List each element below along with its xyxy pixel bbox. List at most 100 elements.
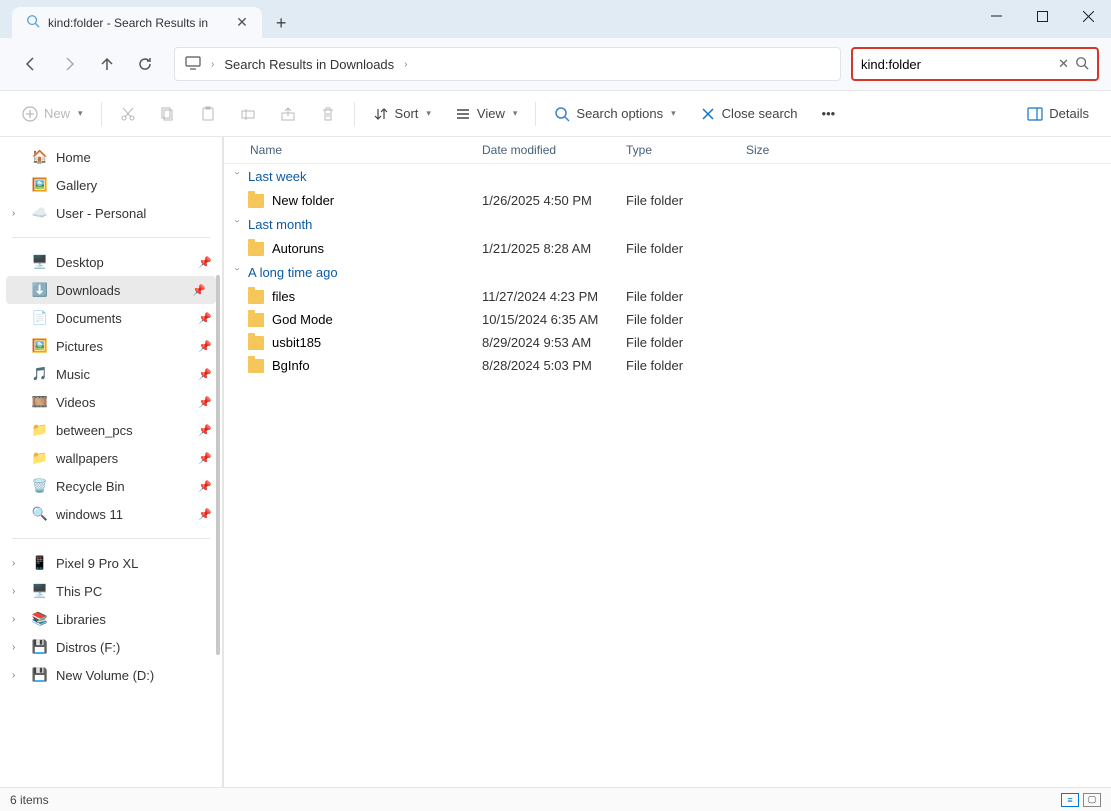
chevron-right-icon[interactable]: ›	[12, 558, 15, 569]
item-date: 11/27/2024 4:23 PM	[482, 289, 626, 304]
new-button[interactable]: New▾	[12, 100, 93, 128]
pin-icon[interactable]: 📌	[198, 424, 212, 437]
refresh-button[interactable]	[126, 46, 164, 82]
sidebar-item-documents[interactable]: 📄Documents📌	[0, 304, 222, 332]
pin-icon[interactable]: 📌	[198, 396, 212, 409]
list-item[interactable]: God Mode10/15/2024 6:35 AMFile folder	[224, 308, 1111, 331]
cloud-icon: ☁️	[32, 205, 48, 221]
pin-icon[interactable]: 📌	[192, 284, 206, 297]
item-type: File folder	[626, 289, 746, 304]
videos-icon: 🎞️	[32, 394, 48, 410]
close-icon[interactable]: ✕	[236, 14, 248, 31]
group-label: Last month	[248, 217, 312, 232]
list-item[interactable]: files 11/27/2024 4:23 PMFile folder	[224, 285, 1111, 308]
group-header[interactable]: › Last week	[224, 164, 1111, 189]
col-type[interactable]: Type	[626, 143, 746, 157]
sidebar-item-music[interactable]: 🎵Music📌	[0, 360, 222, 388]
sidebar-item-libraries[interactable]: ›📚Libraries	[0, 605, 222, 633]
pin-icon[interactable]: 📌	[198, 508, 212, 521]
sidebar-label: Libraries	[56, 612, 106, 627]
item-name: files	[272, 289, 295, 304]
sidebar-item-wallpapers[interactable]: 📁wallpapers📌	[0, 444, 222, 472]
chevron-down-icon: ›	[232, 172, 243, 182]
group-label: Last week	[248, 169, 307, 184]
separator	[101, 102, 102, 126]
sidebar-label: Music	[56, 367, 90, 382]
clear-search-icon[interactable]: ✕	[1058, 56, 1069, 72]
col-size[interactable]: Size	[746, 143, 816, 157]
status-count: 6 items	[10, 793, 49, 807]
sidebar-item-pictures[interactable]: 🖼️Pictures📌	[0, 332, 222, 360]
search-input[interactable]	[861, 57, 1052, 72]
pin-icon[interactable]: 📌	[198, 312, 212, 325]
sidebar-item-distros-f-[interactable]: ›💾Distros (F:)	[0, 633, 222, 661]
pin-icon[interactable]: 📌	[198, 368, 212, 381]
item-name: New folder	[272, 193, 334, 208]
col-date[interactable]: Date modified	[482, 143, 626, 157]
search-options-button[interactable]: Search options▾	[544, 100, 685, 128]
thumbnails-view-icon[interactable]: ▢	[1083, 793, 1101, 807]
list-item[interactable]: usbit1858/29/2024 9:53 AMFile folder	[224, 331, 1111, 354]
pin-icon[interactable]: 📌	[198, 452, 212, 465]
list-item[interactable]: Autoruns1/21/2025 8:28 AMFile folder	[224, 237, 1111, 260]
chevron-right-icon[interactable]: ›	[12, 586, 15, 597]
close-search-button[interactable]: Close search	[690, 100, 808, 128]
sidebar: 🏠Home 🖼️Gallery › ☁️ User - Personal 🖥️Des…	[0, 137, 224, 787]
sidebar-item-between_pcs[interactable]: 📁between_pcs📌	[0, 416, 222, 444]
chevron-right-icon[interactable]: ›	[12, 614, 15, 625]
pin-icon[interactable]: 📌	[198, 256, 212, 269]
chevron-right-icon[interactable]: ›	[12, 642, 15, 653]
titlebar: kind:folder - Search Results in ✕ +	[0, 0, 1111, 38]
list-item[interactable]: New folder1/26/2025 4:50 PMFile folder	[224, 189, 1111, 212]
sidebar-item-desktop[interactable]: 🖥️Desktop📌	[0, 248, 222, 276]
details-view-icon[interactable]: ≡	[1061, 793, 1079, 807]
address-bar[interactable]: › Search Results in Downloads ›	[174, 47, 841, 81]
back-button[interactable]	[12, 46, 50, 82]
sidebar-item-windows-11[interactable]: 🔍windows 11📌	[0, 500, 222, 528]
search-icon[interactable]	[1075, 56, 1089, 73]
list-item[interactable]: BgInfo8/28/2024 5:03 PMFile folder	[224, 354, 1111, 377]
separator	[535, 102, 536, 126]
search-box[interactable]: ✕	[851, 47, 1099, 81]
col-name[interactable]: Name	[224, 143, 482, 157]
view-button[interactable]: View▾	[445, 100, 527, 128]
forward-button[interactable]	[50, 46, 88, 82]
chevron-right-icon: ›	[404, 59, 407, 70]
sidebar-item-user[interactable]: › ☁️ User - Personal	[0, 199, 222, 227]
tab-active[interactable]: kind:folder - Search Results in ✕	[12, 7, 262, 38]
sidebar-label: Pixel 9 Pro XL	[56, 556, 138, 571]
more-button[interactable]: •••	[812, 100, 846, 127]
maximize-button[interactable]	[1019, 0, 1065, 32]
sidebar-item-home[interactable]: 🏠Home	[0, 143, 222, 171]
separator	[12, 237, 210, 238]
sort-button[interactable]: Sort▾	[363, 100, 441, 128]
chevron-right-icon[interactable]: ›	[12, 208, 15, 219]
window-controls	[973, 0, 1111, 32]
minimize-button[interactable]	[973, 0, 1019, 32]
pin-icon[interactable]: 📌	[198, 340, 212, 353]
close-window-button[interactable]	[1065, 0, 1111, 32]
monitor-icon	[185, 56, 201, 73]
pin-icon[interactable]: 📌	[198, 480, 212, 493]
sidebar-item-new-volume-d-[interactable]: ›💾New Volume (D:)	[0, 661, 222, 689]
folder-icon: 📁	[32, 450, 48, 466]
toolbar: New▾ Sort▾ View▾ Search options▾ Close s…	[0, 91, 1111, 137]
cut-button	[110, 100, 146, 128]
sidebar-item-pixel-9-pro-xl[interactable]: ›📱Pixel 9 Pro XL	[0, 549, 222, 577]
sidebar-item-this-pc[interactable]: ›🖥️This PC	[0, 577, 222, 605]
details-button[interactable]: Details	[1017, 100, 1099, 128]
sidebar-item-downloads[interactable]: ⬇️Downloads📌	[6, 276, 216, 304]
group-header[interactable]: ›A long time ago	[224, 260, 1111, 285]
scrollbar-thumb[interactable]	[216, 275, 220, 655]
sidebar-label: User - Personal	[56, 206, 146, 221]
sidebar-label: Videos	[56, 395, 96, 410]
navbar: › Search Results in Downloads › ✕	[0, 38, 1111, 91]
sidebar-item-gallery[interactable]: 🖼️Gallery	[0, 171, 222, 199]
sidebar-item-recycle-bin[interactable]: 🗑️Recycle Bin📌	[0, 472, 222, 500]
new-tab-button[interactable]: +	[276, 13, 287, 38]
sidebar-item-videos[interactable]: 🎞️ Videos 📌	[0, 388, 222, 416]
separator	[354, 102, 355, 126]
up-button[interactable]	[88, 46, 126, 82]
chevron-right-icon[interactable]: ›	[12, 670, 15, 681]
group-header[interactable]: ›Last month	[224, 212, 1111, 237]
